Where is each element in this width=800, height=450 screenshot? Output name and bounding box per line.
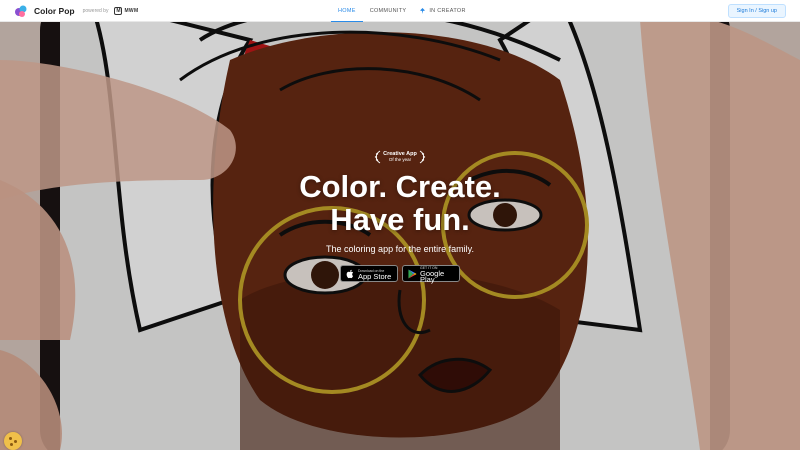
headline-line-2: Have fun. bbox=[330, 202, 470, 237]
apple-icon bbox=[346, 269, 354, 278]
app-store-button[interactable]: Download on the App Store bbox=[340, 265, 398, 282]
headline-line-1: Color. Create. bbox=[299, 169, 501, 204]
award-badge: Creative App Of the year bbox=[0, 150, 800, 164]
laurel-left-icon bbox=[374, 150, 381, 164]
hero-tagline: The coloring app for the entire family. bbox=[326, 244, 474, 254]
cookie-icon[interactable] bbox=[4, 432, 22, 450]
mwm-partner-logo: M MWM bbox=[114, 6, 139, 15]
pin-icon bbox=[420, 8, 426, 14]
main-nav: HOME COMMUNITY IN CREATOR bbox=[331, 0, 473, 22]
google-play-button[interactable]: GET IT ON Google Play bbox=[402, 265, 460, 284]
google-play-label: Google Play bbox=[420, 268, 445, 284]
mwm-badge-icon: M bbox=[114, 6, 123, 15]
nav-home[interactable]: HOME bbox=[331, 0, 363, 22]
sign-in-button[interactable]: Sign In / Sign up bbox=[727, 4, 786, 18]
mwm-name: MWM bbox=[124, 7, 139, 14]
app-store-label: App Store bbox=[358, 271, 392, 281]
google-play-icon bbox=[408, 269, 417, 278]
store-buttons: Download on the App Store GET IT ON Goog… bbox=[0, 265, 800, 284]
laurel-right-icon bbox=[419, 150, 426, 164]
powered-by-text: powered by bbox=[82, 7, 109, 14]
brand-logo-link[interactable]: Color Pop powered by M MWM bbox=[14, 4, 138, 18]
hero-headline: Color. Create. Have fun. bbox=[0, 170, 800, 236]
brand-name: Color Pop bbox=[34, 5, 75, 16]
hero-section: Creative App Of the year Color. Create. … bbox=[0, 150, 800, 284]
nav-in-creator[interactable]: IN CREATOR bbox=[413, 0, 472, 22]
award-subtitle: Of the year bbox=[388, 157, 412, 162]
nav-community[interactable]: COMMUNITY bbox=[363, 0, 414, 22]
color-pop-logo-icon bbox=[14, 4, 28, 18]
nav-in-creator-label: IN CREATOR bbox=[429, 8, 466, 14]
top-navigation-bar: Color Pop powered by M MWM HOME COMMUNIT… bbox=[0, 0, 800, 22]
